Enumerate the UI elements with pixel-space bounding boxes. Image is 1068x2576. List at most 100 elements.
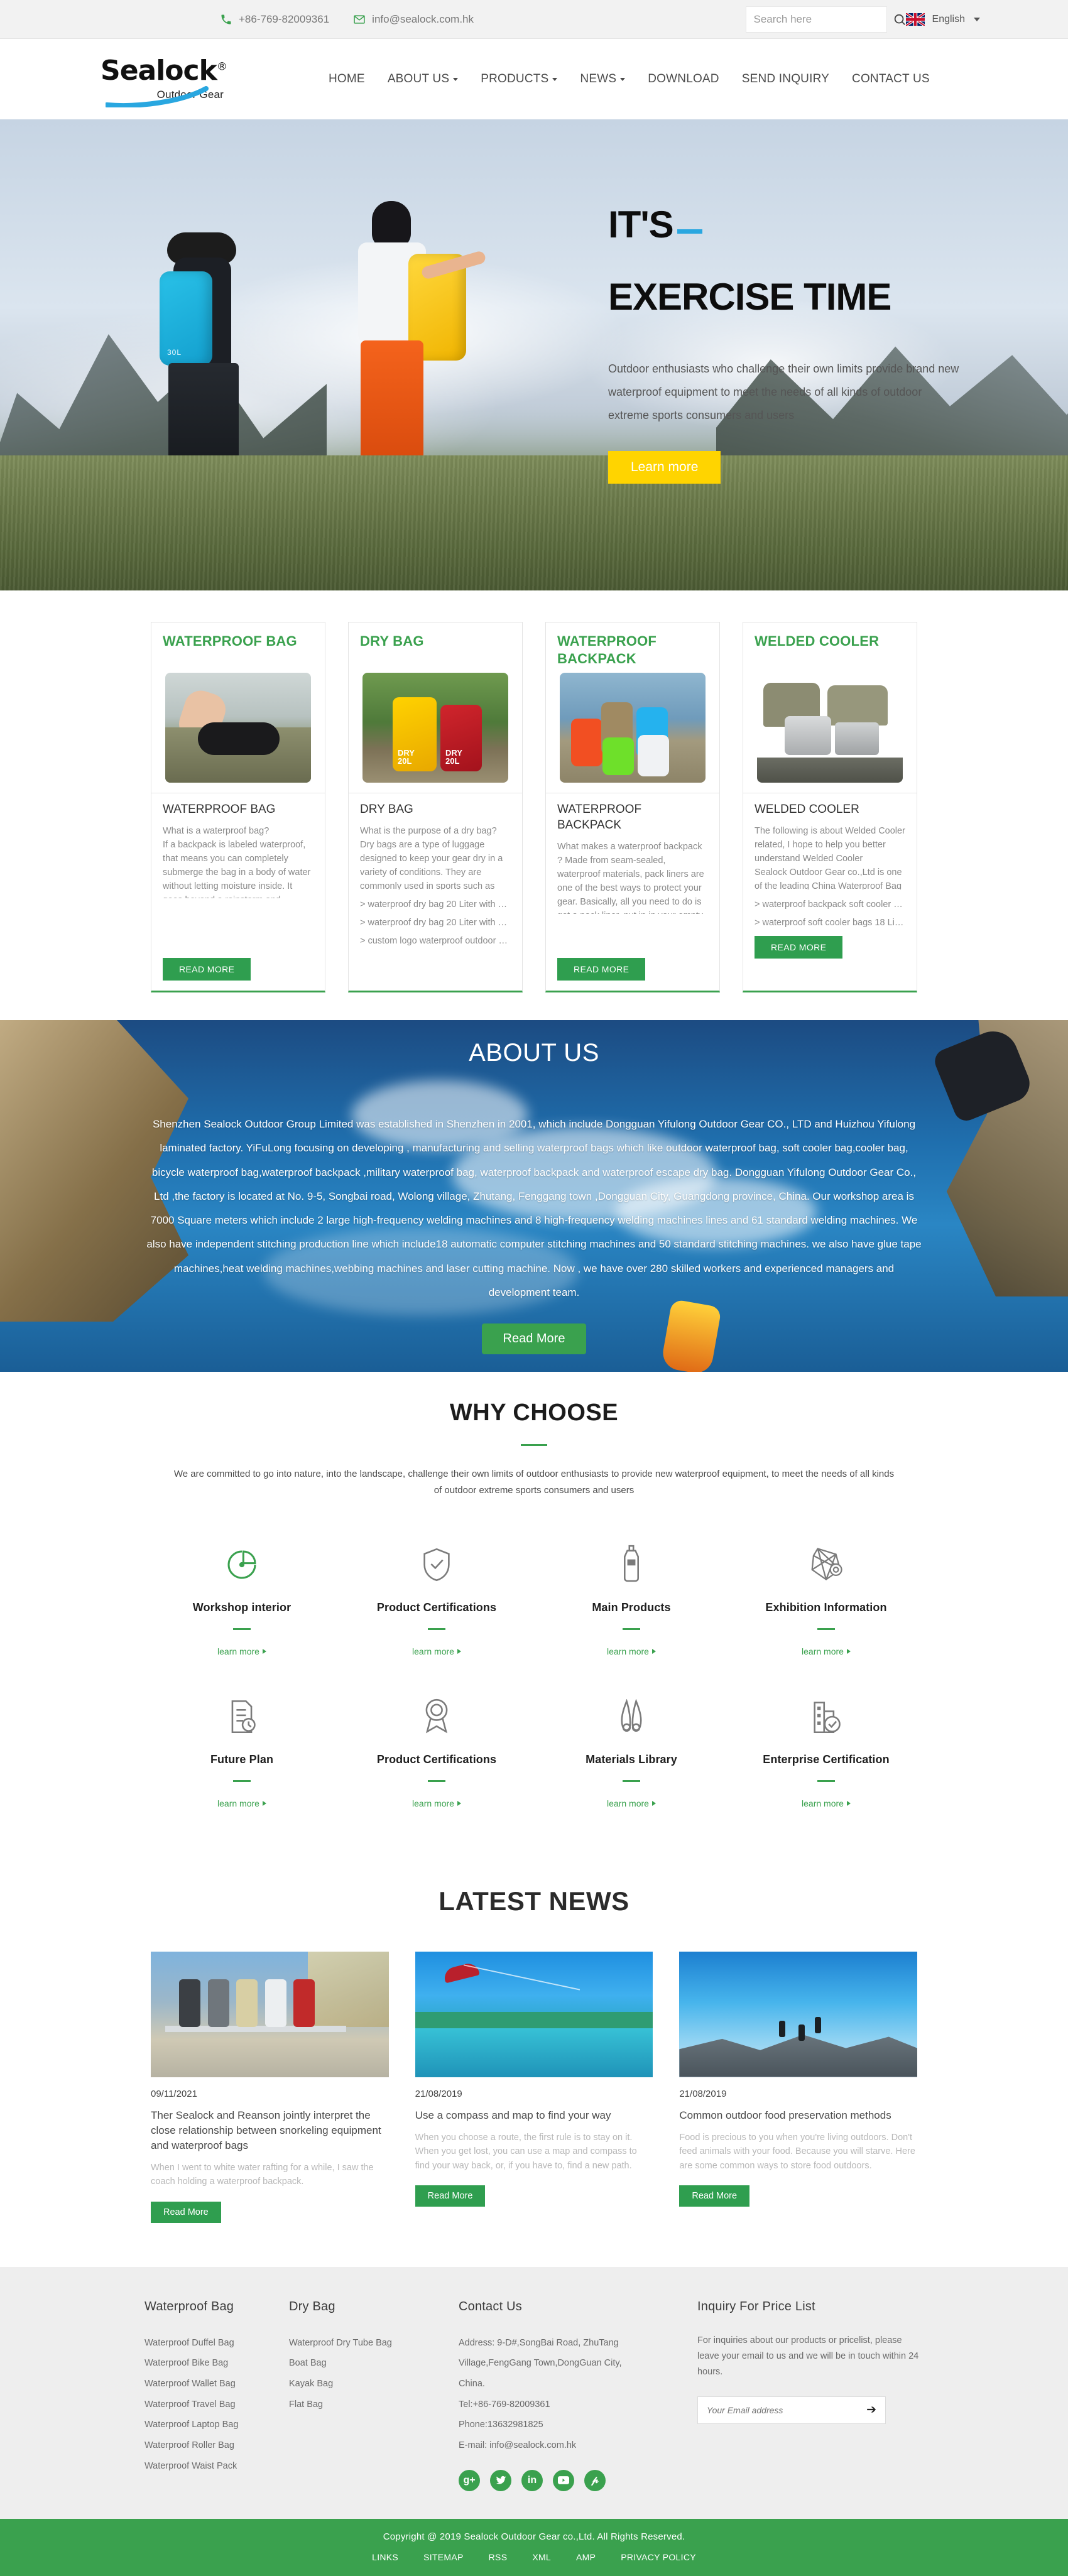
search-input[interactable] — [753, 13, 893, 26]
footer-link[interactable]: Waterproof Laptop Bag — [144, 2415, 289, 2435]
email-address: info@sealock.com.hk — [372, 13, 474, 25]
why-item-workshop-interior[interactable]: Workshop interior learn more — [144, 1541, 339, 1656]
product-link[interactable]: > waterproof soft cooler bags 18 Liter .… — [755, 914, 905, 932]
footer-bottom-link-sitemap[interactable]: SITEMAP — [423, 2552, 464, 2562]
why-item-learn-more-link[interactable]: learn more — [217, 1646, 266, 1656]
google-plus-icon[interactable]: g+ — [459, 2469, 480, 2491]
news-image-mountain-summit — [679, 1951, 918, 2077]
language-selector[interactable]: English — [905, 13, 980, 26]
footer-link[interactable]: Waterproof Travel Bag — [144, 2394, 289, 2415]
why-item-product-certifications-2[interactable]: Product Certifications learn more — [339, 1693, 534, 1808]
linkedin-icon[interactable]: in — [521, 2469, 543, 2491]
footer-bottom-link-links[interactable]: LINKS — [372, 2552, 398, 2562]
footer-link[interactable]: Waterproof Wallet Bag — [144, 2374, 289, 2394]
learn-more-label: learn more — [217, 1798, 259, 1808]
search-icon[interactable] — [893, 13, 907, 26]
why-item-learn-more-link[interactable]: learn more — [802, 1798, 851, 1808]
bottle-icon — [618, 1541, 645, 1582]
product-image-dry-bag: DRY 20L DRY 20L — [362, 673, 508, 783]
arrow-right-icon — [846, 1648, 851, 1654]
product-card-heading: WATERPROOF BAG — [163, 803, 276, 816]
why-item-exhibition-information[interactable]: Exhibition Information learn more — [729, 1541, 924, 1656]
logo-tagline: Outdoor Gear — [156, 89, 224, 101]
footer-link[interactable]: Waterproof Roller Bag — [144, 2435, 289, 2456]
footer-link[interactable]: Waterproof Waist Pack — [144, 2456, 289, 2477]
footer-bottom-link-privacy-policy[interactable]: PRIVACY POLICY — [621, 2552, 696, 2562]
why-item-main-products[interactable]: Main Products learn more — [534, 1541, 729, 1656]
footer-column-waterproof-bag: Waterproof Bag Waterproof Duffel Bag Wat… — [144, 2300, 289, 2491]
envelope-icon — [353, 13, 366, 26]
why-item-learn-more-link[interactable]: learn more — [607, 1798, 656, 1808]
footer-link[interactable]: Waterproof Duffel Bag — [144, 2333, 289, 2354]
product-card-waterproof-bag[interactable]: WATERPROOF BAG WATERPROOF BAG What is a … — [151, 622, 325, 992]
product-read-more-button[interactable]: READ MORE — [163, 958, 251, 981]
hero-learn-more-button[interactable]: Learn more — [608, 450, 721, 484]
footer-link[interactable]: Boat Bag — [289, 2353, 459, 2374]
inquiry-email-input[interactable] — [707, 2405, 867, 2415]
footer-bottom-link-xml[interactable]: XML — [532, 2552, 551, 2562]
item-underline — [817, 1780, 835, 1782]
product-link[interactable]: > waterproof dry bag 20 Liter with win..… — [360, 896, 511, 914]
why-item-learn-more-link[interactable]: learn more — [217, 1798, 266, 1808]
news-headline[interactable]: Use a compass and map to find your way — [415, 2108, 653, 2123]
footer-bottom-link-rss[interactable]: RSS — [489, 2552, 508, 2562]
product-cards-section: WATERPROOF BAG WATERPROOF BAG What is a … — [0, 590, 1068, 1020]
why-item-product-certifications-1[interactable]: Product Certifications learn more — [339, 1541, 534, 1656]
latest-news-section: LATEST NEWS 09/11/2021 Ther Sealock and … — [0, 1869, 1068, 2267]
product-card-welded-cooler[interactable]: WELDED COOLER WELDED COOLER The followin… — [743, 622, 917, 992]
product-card-links: > waterproof dry bag 20 Liter with win..… — [360, 896, 511, 950]
inquiry-submit-button[interactable]: ➔ — [866, 2404, 876, 2416]
why-item-learn-more-link[interactable]: learn more — [412, 1798, 461, 1808]
footer-bottom-link-amp[interactable]: AMP — [576, 2552, 596, 2562]
why-item-label: Materials Library — [586, 1753, 677, 1766]
news-headline[interactable]: Ther Sealock and Reanson jointly interpr… — [151, 2108, 389, 2153]
about-us-section: ABOUT US Shenzhen Sealock Outdoor Group … — [0, 1020, 1068, 1372]
nav-item-products[interactable]: PRODUCTS — [469, 72, 569, 86]
product-card-description: What makes a waterproof backpack ? Made … — [557, 842, 704, 914]
pinterest-icon[interactable]: 𝓅 — [584, 2469, 606, 2491]
email-contact[interactable]: info@sealock.com.hk — [353, 13, 474, 26]
why-item-materials-library[interactable]: Materials Library learn more — [534, 1693, 729, 1808]
hero-copy: IT'S EXERCISE TIME Outdoor enthusiasts w… — [608, 206, 998, 484]
footer-link[interactable]: Kayak Bag — [289, 2374, 459, 2394]
news-card[interactable]: 21/08/2019 Common outdoor food preservat… — [679, 1951, 918, 2207]
youtube-icon[interactable] — [553, 2469, 574, 2491]
search-box[interactable] — [745, 6, 905, 33]
product-read-more-button[interactable]: READ MORE — [557, 958, 646, 981]
footer-heading: Dry Bag — [289, 2299, 335, 2313]
news-card[interactable]: 21/08/2019 Use a compass and map to find… — [415, 1951, 653, 2207]
news-read-more-button[interactable]: Read More — [151, 2201, 221, 2223]
product-link[interactable]: > custom logo waterproof outdoor wet ... — [360, 932, 511, 950]
about-read-more-button[interactable]: Read More — [481, 1323, 587, 1354]
nav-item-send-inquiry[interactable]: SEND INQUIRY — [731, 72, 841, 86]
building-check-icon — [810, 1693, 842, 1734]
product-read-more-button[interactable]: READ MORE — [755, 935, 843, 959]
footer-phone: Phone:13632981825 — [459, 2420, 543, 2430]
why-item-learn-more-link[interactable]: learn more — [607, 1646, 656, 1656]
news-read-more-button[interactable]: Read More — [415, 2185, 486, 2207]
inquiry-email-form[interactable]: ➔ — [697, 2396, 886, 2424]
why-item-enterprise-certification[interactable]: Enterprise Certification learn more — [729, 1693, 924, 1808]
nav-item-download[interactable]: DOWNLOAD — [636, 72, 731, 86]
why-item-learn-more-link[interactable]: learn more — [412, 1646, 461, 1656]
footer-link[interactable]: Waterproof Dry Tube Bag — [289, 2333, 459, 2354]
why-item-learn-more-link[interactable]: learn more — [802, 1646, 851, 1656]
footer-link[interactable]: Waterproof Bike Bag — [144, 2353, 289, 2374]
nav-item-home[interactable]: HOME — [317, 72, 376, 86]
product-link[interactable]: > waterproof backpack soft cooler bag — [755, 896, 905, 914]
nav-item-news[interactable]: NEWS — [569, 72, 636, 86]
product-link[interactable]: > waterproof dry bag 20 Liter with poc..… — [360, 914, 511, 932]
nav-item-about-us[interactable]: ABOUT US — [376, 72, 469, 86]
phone-contact[interactable]: +86-769-82009361 — [220, 13, 329, 26]
site-logo[interactable]: Sealock® Outdoor Gear — [101, 57, 245, 107]
why-item-future-plan[interactable]: Future Plan learn more — [144, 1693, 339, 1808]
nav-item-contact-us[interactable]: CONTACT US — [841, 72, 941, 86]
news-headline[interactable]: Common outdoor food preservation methods — [679, 2108, 917, 2123]
product-card-dry-bag[interactable]: DRY BAG DRY 20L DRY 20L DRY BAG What is th… — [348, 622, 523, 992]
product-card-waterproof-backpack[interactable]: WATERPROOF BACKPACK WATERPROOF BACKPACK … — [545, 622, 720, 992]
news-read-more-button[interactable]: Read More — [679, 2185, 750, 2207]
twitter-icon[interactable] — [490, 2469, 511, 2491]
about-title: ABOUT US — [469, 1039, 599, 1067]
news-card[interactable]: 09/11/2021 Ther Sealock and Reanson join… — [151, 1951, 389, 2223]
footer-link[interactable]: Flat Bag — [289, 2394, 459, 2415]
